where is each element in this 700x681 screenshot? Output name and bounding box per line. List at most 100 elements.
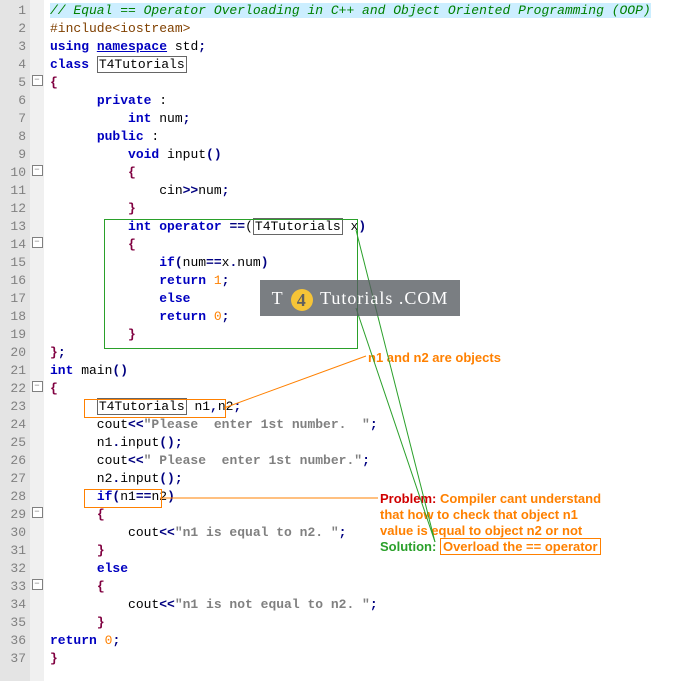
fold-toggle-icon[interactable]: − [32, 75, 43, 86]
fold-cell [30, 90, 44, 108]
code-line: return 0; [50, 308, 700, 326]
code-line: class T4Tutorials [50, 56, 700, 74]
code-line: int operator ==(T4Tutorials x) [50, 218, 700, 236]
fold-cell [30, 648, 44, 666]
fold-toggle-icon[interactable]: − [32, 237, 43, 248]
fold-cell [30, 540, 44, 558]
code-line: else [50, 290, 700, 308]
line-number: 8 [2, 128, 26, 146]
annotation-problem-line2: that how to check that object n1 [380, 507, 578, 522]
fold-cell[interactable]: − [30, 72, 44, 90]
fold-cell [30, 522, 44, 540]
fold-cell[interactable]: − [30, 234, 44, 252]
line-number: 29 [2, 506, 26, 524]
annotation-problem-line1: Compiler cant understand [440, 491, 601, 506]
code-line: cin>>num; [50, 182, 700, 200]
line-number: 15 [2, 254, 26, 272]
fold-toggle-icon[interactable]: − [32, 507, 43, 518]
code-line: { [50, 74, 700, 92]
line-number: 13 [2, 218, 26, 236]
fold-cell[interactable]: − [30, 378, 44, 396]
fold-cell[interactable]: − [30, 504, 44, 522]
fold-cell [30, 18, 44, 36]
code-line: // Equal == Operator Overloading in C++ … [50, 2, 700, 20]
code-line: private : [50, 92, 700, 110]
code-line: { [50, 236, 700, 254]
line-number: 27 [2, 470, 26, 488]
code-area: // Equal == Operator Overloading in C++ … [44, 0, 700, 681]
line-number: 28 [2, 488, 26, 506]
fold-cell [30, 180, 44, 198]
code-line: } [50, 326, 700, 344]
fold-cell [30, 414, 44, 432]
line-number: 33 [2, 578, 26, 596]
annotation-problem-line3: value is equal to object n2 or not [380, 523, 582, 538]
line-number: 6 [2, 92, 26, 110]
fold-cell [30, 324, 44, 342]
fold-cell [30, 270, 44, 288]
code-line: { [50, 578, 700, 596]
line-number: 11 [2, 182, 26, 200]
line-number: 20 [2, 344, 26, 362]
annotation-problem-block: Problem: Compiler cant understand that h… [380, 491, 680, 555]
line-number: 30 [2, 524, 26, 542]
annotation-solution-label: Solution: [380, 539, 436, 554]
fold-toggle-icon[interactable]: − [32, 165, 43, 176]
fold-cell [30, 144, 44, 162]
code-line: return 0; [50, 632, 700, 650]
line-number: 2 [2, 20, 26, 38]
annotation-problem-label: Problem: [380, 491, 436, 506]
fold-column: − − − − − − [30, 0, 44, 681]
fold-cell[interactable]: − [30, 162, 44, 180]
code-line: cout<<"n1 is not equal to n2. "; [50, 596, 700, 614]
line-number: 14 [2, 236, 26, 254]
fold-cell[interactable]: − [30, 576, 44, 594]
line-number: 22 [2, 380, 26, 398]
annotation-solution-text: Overload the == operator [440, 538, 601, 555]
fold-cell [30, 108, 44, 126]
code-line: { [50, 380, 700, 398]
code-line: } [50, 650, 700, 668]
line-number: 7 [2, 110, 26, 128]
line-number: 34 [2, 596, 26, 614]
line-number: 3 [2, 38, 26, 56]
fold-cell [30, 612, 44, 630]
fold-cell [30, 558, 44, 576]
code-line: #include<iostream> [50, 20, 700, 38]
fold-toggle-icon[interactable]: − [32, 579, 43, 590]
fold-cell [30, 54, 44, 72]
fold-cell [30, 216, 44, 234]
fold-cell [30, 252, 44, 270]
line-number: 36 [2, 632, 26, 650]
code-line: n2.input(); [50, 470, 700, 488]
line-number: 18 [2, 308, 26, 326]
fold-cell [30, 360, 44, 378]
fold-cell [30, 306, 44, 324]
line-number: 23 [2, 398, 26, 416]
line-number: 24 [2, 416, 26, 434]
code-line: using namespace std; [50, 38, 700, 56]
code-line: } [50, 614, 700, 632]
line-number: 21 [2, 362, 26, 380]
line-number: 19 [2, 326, 26, 344]
fold-cell [30, 432, 44, 450]
line-number: 1 [2, 2, 26, 20]
fold-cell [30, 198, 44, 216]
fold-cell [30, 630, 44, 648]
code-line: else [50, 560, 700, 578]
code-line: cout<<"Please enter 1st number. "; [50, 416, 700, 434]
fold-cell [30, 288, 44, 306]
fold-toggle-icon[interactable]: − [32, 381, 43, 392]
line-number: 37 [2, 650, 26, 668]
fold-cell [30, 342, 44, 360]
line-number: 12 [2, 200, 26, 218]
code-line: n1.input(); [50, 434, 700, 452]
code-line: } [50, 200, 700, 218]
line-number: 9 [2, 146, 26, 164]
code-line: cout<<" Please enter 1st number."; [50, 452, 700, 470]
line-number: 26 [2, 452, 26, 470]
line-number: 35 [2, 614, 26, 632]
code-line: public : [50, 128, 700, 146]
line-number: 4 [2, 56, 26, 74]
fold-cell [30, 450, 44, 468]
